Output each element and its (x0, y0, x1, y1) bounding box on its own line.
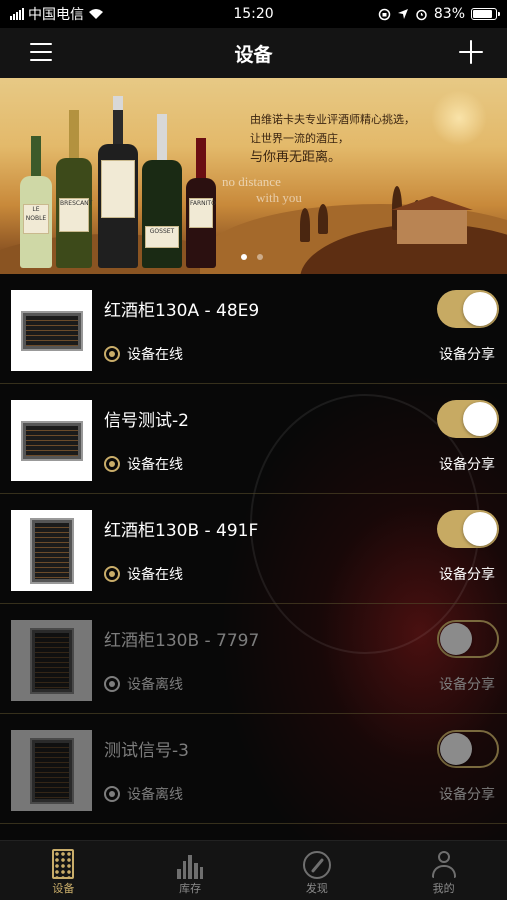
wine-cabinet-image (20, 310, 83, 351)
promo-banner[interactable]: LE NOBLE BRESCANT GOSSET FARNITO 由维诺卡夫专业… (0, 78, 507, 274)
device-power-toggle[interactable] (437, 730, 499, 768)
wine-cabinet-image (29, 627, 74, 694)
add-device-button[interactable] (459, 40, 483, 64)
toggle-knob (440, 623, 472, 655)
wine-bottle (98, 96, 138, 268)
sun-decoration (431, 90, 487, 146)
device-row[interactable]: 红酒柜130B - 7797 设备离线 设备分享 (0, 604, 507, 714)
toggle-knob (463, 292, 497, 326)
toggle-knob (463, 512, 497, 546)
device-status: 设备在线 (127, 347, 183, 363)
compass-icon (302, 851, 331, 879)
wine-bottle: BRESCANT (56, 110, 92, 268)
device-power-toggle[interactable] (437, 620, 499, 658)
signal-icon (10, 8, 24, 20)
device-name: 测试信号-3 (104, 741, 189, 761)
cabinet-icon (52, 849, 75, 879)
device-share-button[interactable]: 设备分享 (439, 784, 495, 804)
device-name: 红酒柜130B - 7797 (104, 631, 260, 651)
status-right: 83% (327, 6, 500, 22)
device-thumbnail (11, 620, 92, 701)
device-row[interactable]: 红酒柜130B - 491F 设备在线 设备分享 (0, 494, 507, 604)
tab-discover[interactable]: 发现 (254, 841, 381, 900)
device-row[interactable]: 测试信号-3 设备离线 设备分享 (0, 714, 507, 824)
device-power-toggle[interactable] (437, 400, 499, 438)
carrier-label: 中国电信 (28, 7, 84, 23)
battery-percent: 83% (433, 6, 465, 22)
device-status: 设备离线 (127, 677, 183, 693)
toggle-knob (440, 733, 472, 765)
villa-decoration (391, 196, 473, 244)
carousel-dot-active[interactable] (241, 254, 247, 260)
orientation-lock-icon (378, 8, 391, 20)
menu-button[interactable] (30, 43, 52, 61)
page-title: 设备 (234, 43, 273, 66)
user-icon (430, 851, 458, 879)
banner-line-3: 与你再无距离。 (250, 150, 342, 165)
device-list[interactable]: 红酒柜130A - 48E9 设备在线 设备分享 信号测试-2 设备在线 设备分享 红酒柜1… (0, 274, 507, 840)
device-name: 红酒柜130A - 48E9 (104, 301, 260, 321)
device-name: 红酒柜130B - 491F (104, 521, 259, 541)
banner-line-2: 让世界一流的酒庄， (250, 132, 349, 145)
banner-faint-text: no distance with you (222, 174, 302, 205)
device-share-button[interactable]: 设备分享 (439, 454, 495, 474)
stock-icon (177, 853, 204, 879)
device-thumbnail (11, 290, 92, 371)
device-thumbnail (11, 400, 92, 481)
device-share-button[interactable]: 设备分享 (439, 564, 495, 584)
tab-devices[interactable]: 设备 (0, 841, 127, 900)
wine-bottle: FARNITO (186, 138, 216, 268)
wifi-icon (89, 9, 103, 19)
wine-bottle: GOSSET (142, 114, 182, 268)
device-thumbnail (11, 730, 92, 811)
device-name: 信号测试-2 (104, 411, 189, 431)
device-share-button[interactable]: 设备分享 (439, 674, 495, 694)
wine-cabinet-image (29, 517, 74, 584)
status-dot-icon (104, 676, 120, 692)
alarm-icon (416, 9, 427, 20)
wine-bottle: LE NOBLE (20, 136, 52, 268)
status-time: 15:20 (233, 6, 274, 22)
tab-mine[interactable]: 我的 (380, 841, 507, 900)
status-dot-icon (104, 346, 120, 362)
status-left: 中国电信 (10, 4, 180, 24)
nav-bar: 设备 (0, 28, 507, 78)
tab-stock[interactable]: 库存 (127, 841, 254, 900)
device-power-toggle[interactable] (437, 290, 499, 328)
location-icon (397, 9, 408, 19)
device-thumbnail (11, 510, 92, 591)
status-dot-icon (104, 786, 120, 802)
device-share-button[interactable]: 设备分享 (439, 344, 495, 364)
device-status: 设备在线 (127, 457, 183, 473)
battery-icon (471, 8, 500, 20)
menu-icon (30, 43, 52, 45)
toggle-knob (463, 402, 497, 436)
tab-bar: 设备 库存 发现 我的 (0, 840, 507, 900)
status-bar: 中国电信 15:20 83% (0, 0, 507, 28)
wine-cabinet-image (20, 420, 83, 461)
device-status: 设备在线 (127, 567, 183, 583)
device-row[interactable]: 红酒柜130A - 48E9 设备在线 设备分享 (0, 274, 507, 384)
banner-line-1: 由维诺卡夫专业评酒师精心挑选， (250, 113, 415, 126)
status-dot-icon (104, 456, 120, 472)
carousel-dot[interactable] (257, 254, 263, 260)
banner-text: 由维诺卡夫专业评酒师精心挑选， 让世界一流的酒庄， 与你再无距离。 (250, 110, 415, 167)
device-power-toggle[interactable] (437, 510, 499, 548)
wine-cabinet-image (29, 737, 74, 804)
device-row[interactable]: 信号测试-2 设备在线 设备分享 (0, 384, 507, 494)
status-dot-icon (104, 566, 120, 582)
device-status: 设备离线 (127, 787, 183, 803)
